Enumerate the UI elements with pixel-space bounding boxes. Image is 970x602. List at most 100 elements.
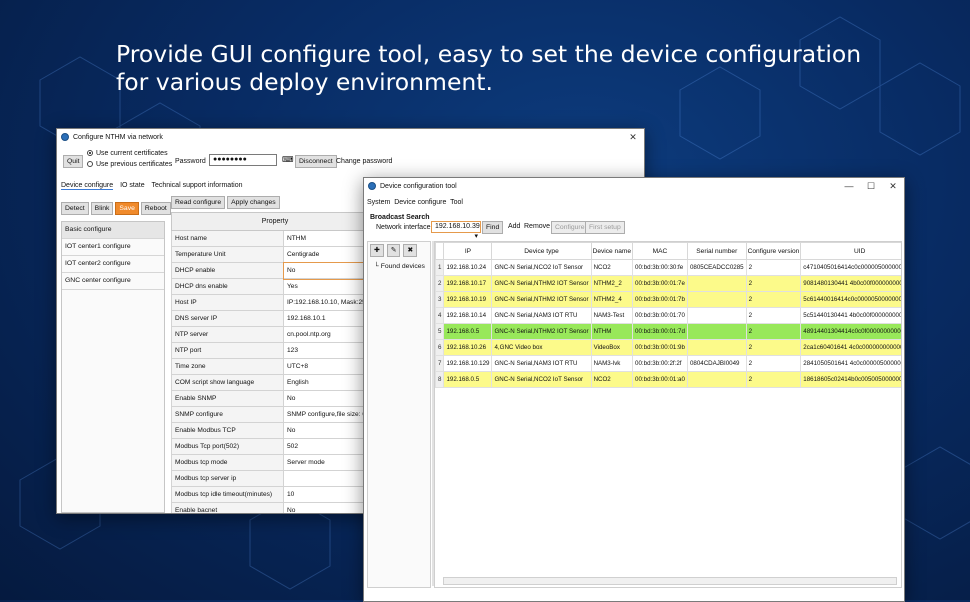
cell-uid: 5c61440016414c0c000005000000000: [800, 291, 901, 308]
show-password-icon[interactable]: ⌨: [282, 155, 294, 164]
table-row[interactable]: 8 192.168.0.5 GNC-N Serial,NCO2 IoT Sensor…: [435, 371, 901, 388]
tab-bar: Device configure IO state Technical supp…: [61, 182, 248, 190]
property-key: Time zone: [171, 358, 284, 375]
list-item-iot-center2[interactable]: IOT center2 configure: [62, 256, 164, 273]
use-previous-certificates-radio[interactable]: Use previous certificates: [87, 161, 172, 168]
remove-button[interactable]: Remove: [524, 223, 550, 230]
broadcast-search-label: Broadcast Search: [370, 214, 430, 221]
cell-ver: 2: [745, 339, 802, 356]
cell-name: NTHM2_4: [590, 291, 634, 308]
cell-ip: 192.168.0.5: [443, 371, 493, 388]
column-header-ip[interactable]: IP: [443, 242, 493, 260]
device-configuration-window: Device configuration tool — ☐ ✕ System D…: [363, 177, 905, 602]
cell-mac: 00:bd:3b:00:01:a0: [632, 371, 688, 388]
property-key: COM script show language: [171, 374, 284, 391]
tab-device-configure[interactable]: Device configure: [61, 182, 114, 190]
cell-name: NTHM2_2: [590, 275, 634, 292]
table-row[interactable]: 7 192.168.10.129 GNC-N Serial,NAM3 IOT RTU…: [435, 355, 901, 372]
configure-window-title: Configure NTHM via network: [73, 133, 163, 141]
cell-uid: 2841050501641 4c0c000005000000000: [800, 355, 901, 372]
table-row[interactable]: 4 192.168.10.14 GNC-N Serial,NAM3 IOT RTU N…: [435, 307, 901, 324]
menu-device-configure[interactable]: Device configure: [394, 199, 446, 206]
column-header-uid[interactable]: UID: [800, 242, 901, 260]
cell-name: NTHM: [590, 323, 634, 340]
property-key: Enable SNMP: [171, 390, 284, 407]
close-icon[interactable]: ✕: [882, 181, 904, 192]
read-configure-button[interactable]: Read configure: [171, 196, 226, 209]
add-icon[interactable]: ✚: [370, 244, 384, 257]
detect-button[interactable]: Detect: [61, 202, 89, 215]
maximize-icon[interactable]: ☐: [860, 181, 882, 192]
table-row[interactable]: 5 192.168.0.5 GNC-N Serial,NTHM2 IOT Senso…: [435, 323, 901, 340]
list-item-basic-configure[interactable]: Basic configure: [62, 222, 164, 239]
property-row: Modbus tcp mode Server mode: [171, 454, 379, 471]
cell-mac: 00:bd:3b:00:01:7e: [632, 275, 688, 292]
property-row: NTP server cn.pool.ntp.org: [171, 326, 379, 343]
add-button[interactable]: Add: [508, 223, 520, 230]
menu-tool[interactable]: Tool: [450, 199, 463, 206]
cell-uid: 48914401304414c0c0f000000000000: [800, 323, 901, 340]
cell-sn: [686, 339, 747, 356]
cell-sn: [686, 323, 747, 340]
quit-button[interactable]: Quit: [63, 155, 84, 168]
edit-icon[interactable]: ✎: [386, 244, 401, 257]
cell-type: GNC-N Serial,NCO2 IoT Sensor: [491, 371, 592, 388]
cell-uid: 2ca1c60401641 4c0c000000000000000: [800, 339, 901, 356]
horizontal-scrollbar[interactable]: [443, 577, 897, 585]
config-category-list: Basic configure IOT center1 configure IO…: [61, 221, 165, 513]
save-button[interactable]: Save: [115, 202, 139, 215]
change-password-button[interactable]: Change password: [336, 158, 392, 165]
row-number: 6: [435, 339, 445, 356]
column-header-serial-number[interactable]: Serial number: [686, 242, 747, 260]
use-current-certificates-radio[interactable]: Use current certificates: [87, 150, 172, 157]
cell-sn: [686, 307, 747, 324]
cell-type: 4,GNC Video box: [491, 339, 592, 356]
column-header-device-type[interactable]: Device type: [491, 242, 592, 260]
property-key: Modbus Tcp port(502): [171, 438, 284, 455]
column-header-configure-version[interactable]: Configure version: [745, 242, 802, 260]
property-key: Enable bacnet: [171, 502, 284, 513]
disconnect-button[interactable]: Disconnect: [295, 155, 337, 168]
row-number: 1: [435, 259, 445, 276]
headline-line2: for various deploy environment.: [116, 68, 493, 96]
cell-mac: 00:bd:3b:00:01:70: [632, 307, 688, 324]
property-row: SNMP configure SNMP configure,file size: …: [171, 406, 379, 423]
close-icon[interactable]: ✕: [622, 132, 644, 143]
headline: Provide GUI configure tool, easy to set …: [116, 40, 876, 96]
cell-mac: 00:bd:3b:00:01:7b: [632, 291, 688, 308]
configure-button[interactable]: Configure: [551, 221, 589, 234]
blink-button[interactable]: Blink: [90, 202, 114, 215]
column-header-device-name[interactable]: Device name: [590, 242, 634, 260]
network-interface-value: 192.168.10.39: [435, 223, 480, 230]
property-key: Host IP: [171, 294, 284, 311]
find-button[interactable]: Find: [482, 221, 504, 234]
tree-item-found-devices[interactable]: └ Found devices: [368, 263, 430, 270]
reboot-button[interactable]: Reboot: [140, 202, 171, 215]
property-row: DNS server IP 192.168.10.1: [171, 310, 379, 327]
apply-changes-button[interactable]: Apply changes: [227, 196, 280, 209]
minimize-icon[interactable]: —: [838, 181, 860, 191]
column-header-mac[interactable]: MAC: [632, 242, 688, 260]
radio-selected-icon: [87, 150, 93, 156]
tab-technical-support[interactable]: Technical support information: [151, 182, 242, 189]
table-row[interactable]: 3 192.168.10.19 GNC-N Serial,NTHM2 IOT Sen…: [435, 291, 901, 308]
table-row[interactable]: 1 192.168.10.24 GNC-N Serial,NCO2 IoT Sens…: [435, 259, 901, 276]
property-row: Modbus tcp server ip: [171, 470, 379, 487]
cell-sn: [686, 291, 747, 308]
network-interface-select[interactable]: 192.168.10.39 ▾: [431, 221, 481, 240]
password-label: Password: [175, 158, 206, 165]
property-key: Modbus tcp idle timeout(minutes): [171, 486, 284, 503]
menu-system[interactable]: System: [367, 199, 390, 206]
configure-window-titlebar: Configure NTHM via network ✕: [57, 129, 644, 145]
list-item-iot-center1[interactable]: IOT center1 configure: [62, 239, 164, 256]
delete-icon[interactable]: ✖: [403, 244, 418, 257]
table-row[interactable]: 6 192.168.10.26 4,GNC Video box VideoBox 00:…: [435, 339, 901, 356]
device-window-title: Device configuration tool: [380, 182, 457, 190]
list-item-gnc-center[interactable]: GNC center configure: [62, 273, 164, 290]
first-setup-button[interactable]: First setup: [585, 221, 625, 234]
tab-io-state[interactable]: IO state: [120, 182, 145, 189]
property-row: Modbus Tcp port(502) 502: [171, 438, 379, 455]
table-row[interactable]: 2 192.168.10.17 GNC-N Serial,NTHM2 IOT Sen…: [435, 275, 901, 292]
property-grid: Property Host name NTHM Temperature Unit Ce…: [171, 212, 380, 513]
password-field[interactable]: ●●●●●●●●: [209, 154, 277, 166]
